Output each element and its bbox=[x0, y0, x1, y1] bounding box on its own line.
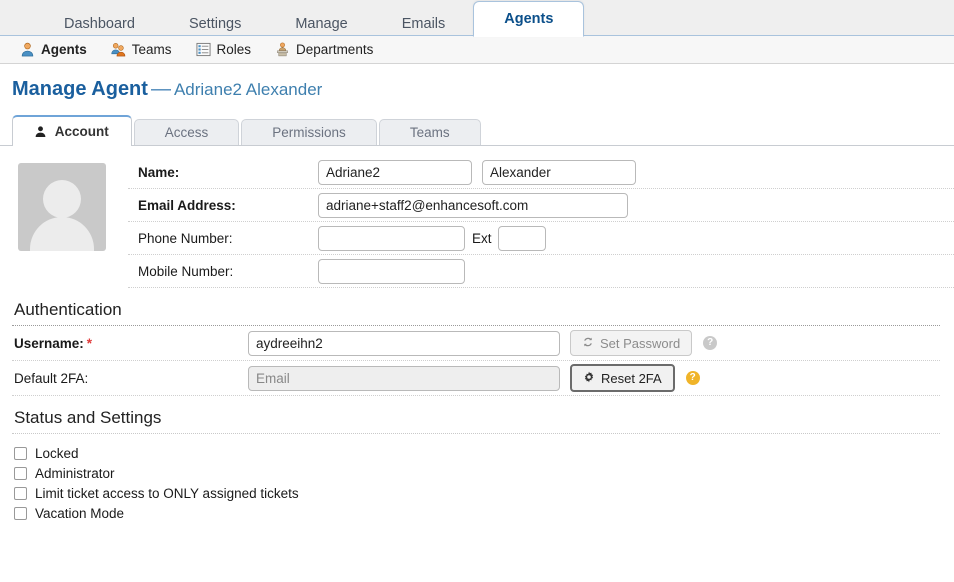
checkbox-row-locked[interactable]: Locked bbox=[14, 443, 940, 463]
label-name: Name: bbox=[138, 164, 180, 180]
roles-list-icon bbox=[196, 42, 211, 57]
tab-bar-filler bbox=[481, 144, 954, 145]
person-icon bbox=[35, 125, 50, 140]
tab-dashboard[interactable]: Dashboard bbox=[38, 10, 161, 37]
subnav-label-roles: Roles bbox=[216, 42, 252, 57]
subnav-item-teams[interactable]: Teams bbox=[111, 42, 172, 57]
phone-ext-input[interactable] bbox=[497, 225, 546, 251]
default-2fa-input[interactable] bbox=[248, 365, 560, 391]
checkbox-administrator[interactable] bbox=[14, 466, 27, 480]
subnav-label-departments: Departments bbox=[296, 42, 374, 57]
row-name: Name: bbox=[128, 156, 954, 189]
account-panel: Name: Email Address: Phone Number: Ext bbox=[0, 146, 954, 523]
set-password-help-icon[interactable]: ? bbox=[703, 336, 718, 350]
avatar-head-shape bbox=[43, 180, 81, 218]
checkbox-row-vacation-mode[interactable]: Vacation Mode bbox=[14, 503, 940, 523]
label-email-address: Email Address: bbox=[138, 197, 236, 213]
row-mobile: Mobile Number: bbox=[128, 255, 954, 288]
row-default-2fa: Default 2FA: Reset 2FA ? bbox=[12, 361, 940, 396]
subnav-label-agents: Agents bbox=[41, 42, 87, 57]
mobile-number-input[interactable] bbox=[318, 258, 465, 284]
row-phone: Phone Number: Ext bbox=[128, 222, 954, 255]
agent-person-icon bbox=[20, 42, 35, 57]
checkbox-label-vacation-mode: Vacation Mode bbox=[35, 505, 125, 521]
label-default-2fa: Default 2FA: bbox=[14, 370, 89, 386]
checkbox-row-limit-ticket-access[interactable]: Limit ticket access to ONLY assigned tic… bbox=[14, 483, 940, 503]
avatar-body-shape bbox=[30, 217, 94, 251]
label-ext: Ext bbox=[472, 230, 492, 246]
gear-icon bbox=[583, 371, 595, 386]
identity-fields: Name: Email Address: Phone Number: Ext bbox=[128, 146, 954, 288]
set-password-label: Set Password bbox=[600, 335, 681, 351]
authentication-section: Authentication Username: * aydreeihn2 Se… bbox=[0, 288, 954, 396]
checkbox-limit-ticket-access[interactable] bbox=[14, 486, 27, 500]
checkbox-label-administrator: Administrator bbox=[35, 465, 115, 481]
account-identity-block: Name: Email Address: Phone Number: Ext bbox=[0, 146, 954, 288]
tab-settings[interactable]: Settings bbox=[163, 10, 267, 37]
tab-permissions[interactable]: Permissions bbox=[241, 119, 377, 145]
tab-emails[interactable]: Emails bbox=[376, 10, 472, 37]
page-title-subject: Adriane2 Alexander bbox=[173, 80, 323, 99]
subnav-item-agents[interactable]: Agents bbox=[20, 42, 87, 57]
label-username: Username: * bbox=[12, 336, 248, 351]
status-settings-checkboxes: Locked Administrator Limit ticket access… bbox=[12, 434, 940, 523]
checkbox-vacation-mode[interactable] bbox=[14, 506, 27, 520]
page-title: Manage Agent — Adriane2 Alexander bbox=[0, 64, 954, 101]
primary-tab-bar: Dashboard Settings Manage Emails Agents bbox=[0, 0, 954, 37]
checkbox-locked[interactable] bbox=[14, 446, 27, 460]
row-username: Username:* Set Password ? bbox=[12, 326, 940, 361]
tab-agents[interactable]: Agents bbox=[473, 1, 585, 37]
tab-teams[interactable]: Teams bbox=[378, 119, 481, 145]
primary-tabs: Dashboard Settings Manage Emails Agents bbox=[38, 0, 954, 37]
email-address-input[interactable] bbox=[318, 192, 628, 218]
tab-manage[interactable]: Manage bbox=[269, 10, 373, 37]
refresh-icon bbox=[582, 336, 594, 351]
status-settings-heading: Status and Settings bbox=[14, 408, 162, 427]
checkbox-label-locked: Locked bbox=[35, 445, 79, 461]
secondary-nav: Agents Teams Roles Departments bbox=[0, 36, 954, 64]
username-input[interactable] bbox=[248, 330, 560, 356]
label-phone-number: Phone Number: bbox=[138, 230, 233, 246]
manage-agent-page: Dashboard Settings Manage Emails Agents … bbox=[0, 0, 954, 582]
reset-2fa-help-icon[interactable]: ? bbox=[685, 371, 700, 385]
account-tabs: Account Access Permissions Teams bbox=[12, 115, 481, 146]
teams-people-icon bbox=[111, 42, 126, 57]
account-tab-bar: Account Access Permissions Teams bbox=[0, 115, 954, 146]
label-mobile-number: Mobile Number: bbox=[138, 263, 234, 279]
tab-access[interactable]: Access bbox=[133, 119, 240, 145]
page-title-text: Manage Agent bbox=[12, 78, 148, 100]
phone-number-input[interactable] bbox=[318, 225, 465, 251]
checkbox-row-administrator[interactable]: Administrator bbox=[14, 463, 940, 483]
set-password-button[interactable]: Set Password bbox=[570, 330, 693, 356]
subnav-item-departments[interactable]: Departments bbox=[275, 42, 373, 57]
tab-account[interactable]: Account bbox=[12, 115, 132, 146]
checkbox-label-limit-ticket-access: Limit ticket access to ONLY assigned tic… bbox=[35, 485, 299, 501]
reset-2fa-label: Reset 2FA bbox=[601, 370, 662, 386]
subnav-label-teams: Teams bbox=[131, 42, 172, 57]
label-username-text: Username: bbox=[14, 335, 84, 351]
status-settings-section: Status and Settings Locked Administrator… bbox=[0, 396, 954, 523]
page-title-dash: — bbox=[150, 78, 171, 100]
first-name-input[interactable] bbox=[318, 159, 472, 185]
subnav-item-roles[interactable]: Roles bbox=[196, 42, 252, 57]
reset-2fa-button[interactable]: Reset 2FA bbox=[570, 364, 675, 392]
departments-podium-icon bbox=[275, 42, 290, 57]
avatar-column bbox=[0, 146, 128, 251]
authentication-heading: Authentication bbox=[14, 300, 122, 319]
last-name-input[interactable] bbox=[482, 159, 636, 185]
username-required-mark: * bbox=[86, 335, 93, 351]
tab-account-label: Account bbox=[54, 124, 109, 139]
row-email: Email Address: bbox=[128, 189, 954, 222]
avatar[interactable] bbox=[18, 163, 106, 251]
